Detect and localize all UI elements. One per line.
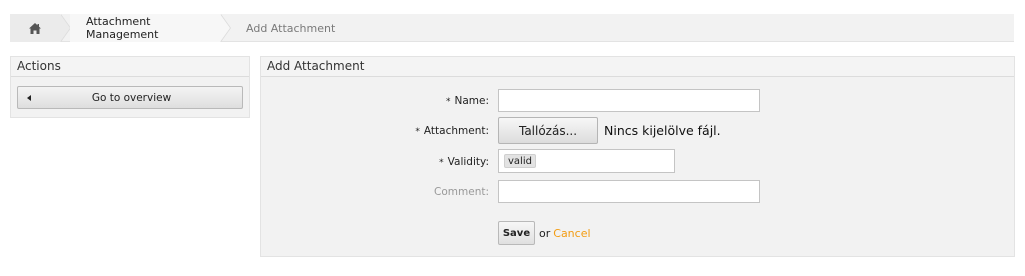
home-icon: [29, 22, 41, 34]
actions-sidebar: Actions Go to overview: [10, 56, 250, 118]
name-input[interactable]: [498, 89, 760, 112]
name-label-text: Name:: [454, 95, 489, 107]
validity-row: * Validity: valid: [261, 149, 1014, 174]
validity-label-text: Validity:: [447, 156, 489, 168]
breadcrumb-separator: [220, 14, 230, 42]
breadcrumb-add-attachment: Add Attachment: [246, 21, 336, 35]
required-mark: *: [439, 158, 444, 168]
breadcrumb-attachment-management[interactable]: Attachment Management: [70, 14, 220, 42]
attachment-row: * Attachment: Tallózás... Nincs kijelölve…: [261, 117, 1014, 144]
browse-file-button[interactable]: Tallózás...: [498, 117, 598, 144]
breadcrumb: Attachment Management Add Attachment: [10, 14, 1014, 42]
breadcrumb-home[interactable]: [10, 14, 60, 42]
required-mark: *: [445, 97, 451, 107]
or-text: or: [539, 226, 551, 240]
name-label: * Name:: [446, 89, 489, 113]
go-to-overview-button[interactable]: Go to overview: [17, 86, 243, 109]
validity-selected-value: valid: [504, 154, 536, 168]
comment-input[interactable]: [498, 180, 760, 203]
name-row: * Name:: [261, 89, 1014, 113]
go-to-overview-label: Go to overview: [91, 91, 172, 104]
required-mark: *: [415, 127, 420, 137]
actions-title: Actions: [11, 57, 249, 77]
panel-title: Add Attachment: [261, 57, 1014, 77]
attachment-label-text: Attachment:: [423, 125, 489, 137]
comment-row: Comment:: [261, 180, 1014, 204]
comment-label: Comment:: [434, 186, 489, 198]
validity-label: * Validity:: [439, 150, 489, 174]
cancel-link[interactable]: Cancel: [553, 227, 590, 240]
breadcrumb-separator: [60, 14, 70, 42]
attachment-label: * Attachment:: [415, 119, 489, 143]
file-status-text: Nincs kijelölve fájl.: [604, 123, 721, 138]
save-button[interactable]: Save: [498, 221, 535, 245]
validity-select[interactable]: valid: [498, 149, 675, 173]
form-actions: Save or Cancel: [498, 221, 591, 245]
add-attachment-panel: Add Attachment * Name: * Attachment: Talló…: [260, 56, 1015, 257]
